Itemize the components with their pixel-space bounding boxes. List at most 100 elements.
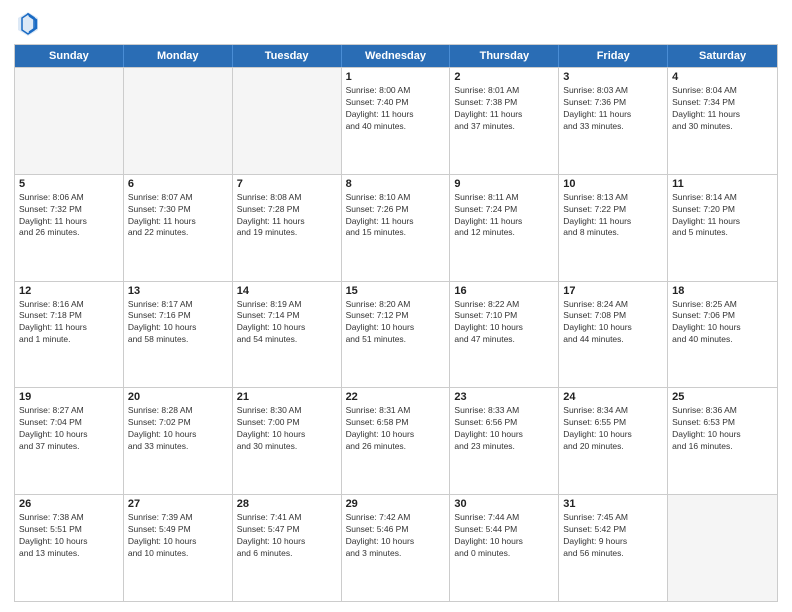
cell-line: Sunrise: 8:22 AM	[454, 299, 554, 311]
cell-line: Daylight: 11 hours	[563, 109, 663, 121]
cell-line: and 26 minutes.	[346, 441, 446, 453]
day-cell-16: 16Sunrise: 8:22 AMSunset: 7:10 PMDayligh…	[450, 282, 559, 388]
cell-line: Sunrise: 8:03 AM	[563, 85, 663, 97]
day-of-week-monday: Monday	[124, 45, 233, 67]
day-cell-7: 7Sunrise: 8:08 AMSunset: 7:28 PMDaylight…	[233, 175, 342, 281]
cell-line: Sunset: 7:02 PM	[128, 417, 228, 429]
cell-line: Sunrise: 8:25 AM	[672, 299, 773, 311]
cell-line: Sunset: 7:28 PM	[237, 204, 337, 216]
day-number: 29	[346, 498, 446, 510]
cell-line: and 37 minutes.	[19, 441, 119, 453]
cell-line: Sunrise: 8:31 AM	[346, 405, 446, 417]
day-cell-4: 4Sunrise: 8:04 AMSunset: 7:34 PMDaylight…	[668, 68, 777, 174]
cell-line: Daylight: 11 hours	[563, 216, 663, 228]
cell-line: Sunset: 7:32 PM	[19, 204, 119, 216]
cell-line: Sunset: 6:58 PM	[346, 417, 446, 429]
cell-line: Sunset: 7:12 PM	[346, 310, 446, 322]
cell-line: and 19 minutes.	[237, 227, 337, 239]
empty-cell	[233, 68, 342, 174]
cell-line: Sunset: 7:22 PM	[563, 204, 663, 216]
day-cell-13: 13Sunrise: 8:17 AMSunset: 7:16 PMDayligh…	[124, 282, 233, 388]
day-number: 28	[237, 498, 337, 510]
cell-line: Sunrise: 8:08 AM	[237, 192, 337, 204]
empty-cell	[15, 68, 124, 174]
day-number: 25	[672, 391, 773, 403]
cell-line: Sunset: 7:00 PM	[237, 417, 337, 429]
cell-line: and 33 minutes.	[128, 441, 228, 453]
cell-line: Sunrise: 7:44 AM	[454, 512, 554, 524]
day-cell-10: 10 Sunrise: 8:13 AMSunset: 7:22 PMDayligh…	[559, 175, 668, 281]
cell-line: Daylight: 10 hours	[672, 322, 773, 334]
day-of-week-thursday: Thursday	[450, 45, 559, 67]
cell-line: and 54 minutes.	[237, 334, 337, 346]
logo	[14, 10, 46, 38]
cell-line: Daylight: 10 hours	[563, 322, 663, 334]
day-number: 14	[237, 285, 337, 297]
calendar-row-5: 26Sunrise: 7:38 AMSunset: 5:51 PMDayligh…	[15, 494, 777, 601]
cell-line: and 0 minutes.	[454, 548, 554, 560]
cell-line: Daylight: 10 hours	[454, 322, 554, 334]
day-cell-29: 29Sunrise: 7:42 AMSunset: 5:46 PMDayligh…	[342, 495, 451, 601]
cell-line: Sunset: 7:20 PM	[672, 204, 773, 216]
cell-line: Daylight: 10 hours	[346, 536, 446, 548]
cell-line: Sunset: 5:46 PM	[346, 524, 446, 536]
day-number: 19	[19, 391, 119, 403]
cell-line: Daylight: 11 hours	[672, 109, 773, 121]
cell-line: Sunrise: 8:10 AM	[346, 192, 446, 204]
cell-line: and 51 minutes.	[346, 334, 446, 346]
cell-line: Sunrise: 8:00 AM	[346, 85, 446, 97]
day-number: 11	[672, 178, 773, 190]
cell-line: Daylight: 11 hours	[454, 216, 554, 228]
cell-line: Daylight: 11 hours	[128, 216, 228, 228]
cell-line: Sunset: 6:53 PM	[672, 417, 773, 429]
page: SundayMondayTuesdayWednesdayThursdayFrid…	[0, 0, 792, 612]
cell-line: Sunset: 5:51 PM	[19, 524, 119, 536]
cell-line: Sunrise: 8:13 AM	[563, 192, 663, 204]
cell-line: Sunset: 5:44 PM	[454, 524, 554, 536]
day-of-week-wednesday: Wednesday	[342, 45, 451, 67]
day-number: 7	[237, 178, 337, 190]
day-cell-26: 26Sunrise: 7:38 AMSunset: 5:51 PMDayligh…	[15, 495, 124, 601]
day-cell-2: 2Sunrise: 8:01 AMSunset: 7:38 PMDaylight…	[450, 68, 559, 174]
cell-line: and 1 minute.	[19, 334, 119, 346]
cell-line: Sunset: 7:04 PM	[19, 417, 119, 429]
cell-line: Sunrise: 8:36 AM	[672, 405, 773, 417]
cell-line: Sunrise: 8:33 AM	[454, 405, 554, 417]
calendar: SundayMondayTuesdayWednesdayThursdayFrid…	[14, 44, 778, 602]
day-of-week-sunday: Sunday	[15, 45, 124, 67]
day-number: 13	[128, 285, 228, 297]
cell-line: Daylight: 10 hours	[563, 429, 663, 441]
cell-line: Daylight: 10 hours	[128, 322, 228, 334]
cell-line: Daylight: 10 hours	[237, 536, 337, 548]
day-cell-22: 22Sunrise: 8:31 AMSunset: 6:58 PMDayligh…	[342, 388, 451, 494]
day-cell-23: 23Sunrise: 8:33 AMSunset: 6:56 PMDayligh…	[450, 388, 559, 494]
cell-line: Sunset: 7:30 PM	[128, 204, 228, 216]
day-of-week-tuesday: Tuesday	[233, 45, 342, 67]
cell-line: Daylight: 10 hours	[672, 429, 773, 441]
day-number: 18	[672, 285, 773, 297]
day-number: 3	[563, 71, 663, 83]
cell-line: and 8 minutes.	[563, 227, 663, 239]
cell-line: Sunset: 7:40 PM	[346, 97, 446, 109]
day-number: 10	[563, 178, 663, 190]
cell-line: Sunrise: 7:39 AM	[128, 512, 228, 524]
day-cell-20: 20Sunrise: 8:28 AMSunset: 7:02 PMDayligh…	[124, 388, 233, 494]
day-cell-27: 27Sunrise: 7:39 AMSunset: 5:49 PMDayligh…	[124, 495, 233, 601]
cell-line: Sunset: 7:36 PM	[563, 97, 663, 109]
empty-cell	[668, 495, 777, 601]
day-number: 2	[454, 71, 554, 83]
logo-icon	[14, 10, 42, 38]
day-cell-3: 3 Sunrise: 8:03 AMSunset: 7:36 PMDaylight…	[559, 68, 668, 174]
calendar-row-3: 12Sunrise: 8:16 AMSunset: 7:18 PMDayligh…	[15, 281, 777, 388]
day-cell-21: 21Sunrise: 8:30 AMSunset: 7:00 PMDayligh…	[233, 388, 342, 494]
cell-line: Sunset: 5:47 PM	[237, 524, 337, 536]
empty-cell	[124, 68, 233, 174]
cell-line: Sunrise: 8:01 AM	[454, 85, 554, 97]
day-cell-5: 5Sunrise: 8:06 AMSunset: 7:32 PMDaylight…	[15, 175, 124, 281]
cell-line: Daylight: 11 hours	[346, 216, 446, 228]
day-number: 8	[346, 178, 446, 190]
cell-line: and 47 minutes.	[454, 334, 554, 346]
day-number: 22	[346, 391, 446, 403]
cell-line: and 58 minutes.	[128, 334, 228, 346]
cell-line: Sunset: 7:26 PM	[346, 204, 446, 216]
